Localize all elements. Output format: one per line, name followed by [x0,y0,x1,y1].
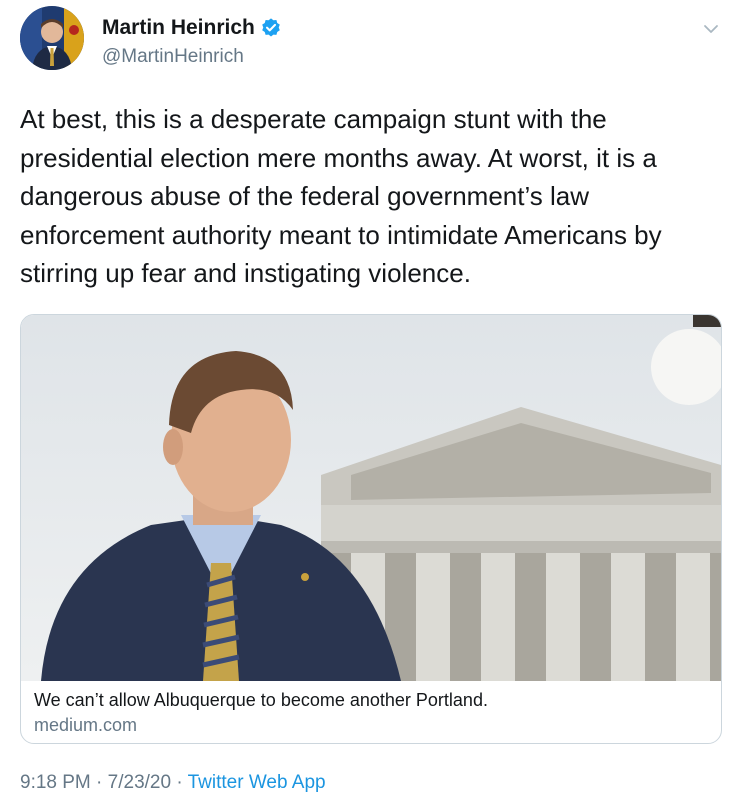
card-image[interactable] [21,315,721,681]
handle[interactable]: @MartinHeinrich [102,46,244,68]
photo-of-man-in-front-of-capitol-icon [21,315,721,681]
verified-badge-icon [260,17,282,39]
tweet: Martin Heinrich @MartinHeinrich At best,… [0,0,730,807]
tweet-date[interactable]: 7/23/20 [108,772,171,793]
avatar[interactable] [20,6,84,70]
tweet-source[interactable]: Twitter Web App [188,772,326,793]
card-title[interactable]: We can’t allow Albuquerque to become ano… [34,690,488,711]
name-row: Martin Heinrich [102,16,282,40]
avatar-image [20,6,84,70]
link-card[interactable]: We can’t allow Albuquerque to become ano… [20,314,722,744]
display-name[interactable]: Martin Heinrich [102,16,255,40]
tweet-header: Martin Heinrich @MartinHeinrich [20,6,720,76]
tweet-text: At best, this is a desperate campaign st… [20,104,662,288]
meta-separator: · [171,772,188,793]
tweet-meta: 9:18 PM · 7/23/20 · Twitter Web App [20,772,326,794]
card-domain: medium.com [34,715,138,735]
chevron-down-icon[interactable] [702,20,720,38]
tweet-time[interactable]: 9:18 PM [20,772,91,793]
meta-separator: · [90,772,108,793]
